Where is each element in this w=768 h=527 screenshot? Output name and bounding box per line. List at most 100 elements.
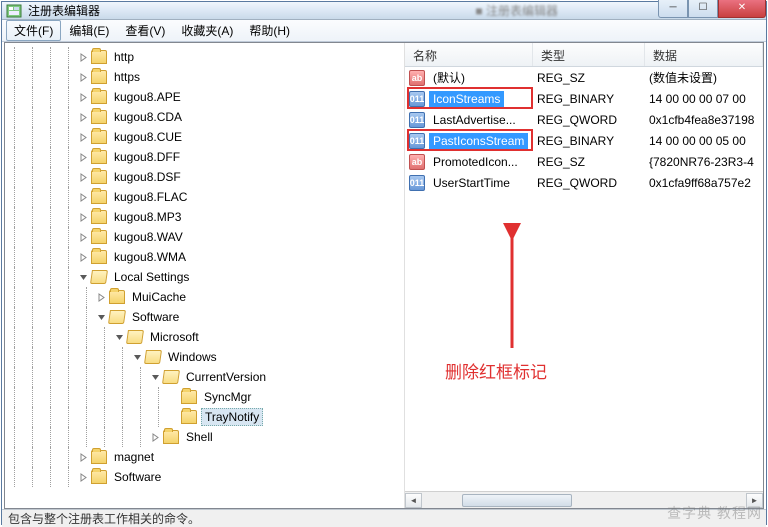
folder-icon — [90, 270, 108, 284]
menu-file[interactable]: 文件(F) — [6, 20, 61, 41]
tree-item[interactable]: CurrentVersion — [5, 367, 404, 387]
list-row[interactable]: 011UserStartTimeREG_QWORD0x1cfa9ff68a757… — [405, 172, 763, 193]
menu-help[interactable]: 帮助(H) — [241, 20, 298, 41]
expand-toggle-icon[interactable] — [95, 291, 107, 303]
value-name[interactable]: IconStreams — [429, 91, 504, 107]
tree-label[interactable]: magnet — [111, 449, 157, 465]
expand-toggle-icon[interactable] — [131, 351, 143, 363]
tree-label[interactable]: http — [111, 49, 137, 65]
tree-label[interactable]: kugou8.DFF — [111, 149, 183, 165]
list-row[interactable]: abPromotedIcon...REG_SZ{7820NR76-23R3-4 — [405, 151, 763, 172]
tree-label[interactable]: kugou8.APE — [111, 89, 184, 105]
close-button[interactable]: ✕ — [718, 0, 766, 18]
tree-label[interactable]: kugou8.FLAC — [111, 189, 190, 205]
tree-item[interactable]: kugou8.DFF — [5, 147, 404, 167]
tree-label[interactable]: MuiCache — [129, 289, 189, 305]
expand-toggle-icon[interactable] — [77, 211, 89, 223]
list-row[interactable]: 011IconStreamsREG_BINARY14 00 00 00 07 0… — [405, 88, 763, 109]
tree-label[interactable]: Shell — [183, 429, 216, 445]
tree-label[interactable]: kugou8.MP3 — [111, 209, 184, 225]
list-pane[interactable]: 名称 类型 数据 ab(默认)REG_SZ(数值未设置)011IconStrea… — [405, 43, 763, 508]
minimize-button[interactable]: ─ — [658, 0, 688, 18]
titlebar[interactable]: 注册表编辑器 ■ 注册表编辑器 ─ ☐ ✕ — [2, 2, 766, 20]
scroll-left-icon[interactable]: ◄ — [405, 493, 422, 508]
tree-item[interactable]: Shell — [5, 427, 404, 447]
list-row[interactable]: ab(默认)REG_SZ(数值未设置) — [405, 67, 763, 88]
tree-label[interactable]: Software — [111, 469, 164, 485]
tree-item[interactable]: Software — [5, 467, 404, 487]
tree-label[interactable]: https — [111, 69, 143, 85]
tree-pane[interactable]: http https kugou8.APE kugou8.CDA kugou8.CUE k… — [5, 43, 405, 508]
tree-label[interactable]: Microsoft — [147, 329, 202, 345]
tree-item[interactable]: Local Settings — [5, 267, 404, 287]
value-name[interactable]: PastIconsStream — [429, 133, 528, 149]
expand-toggle-icon[interactable] — [77, 451, 89, 463]
tree-item[interactable]: Windows — [5, 347, 404, 367]
expand-toggle-icon[interactable] — [113, 331, 125, 343]
value-name[interactable]: UserStartTime — [429, 175, 514, 191]
expand-toggle-icon[interactable] — [77, 251, 89, 263]
tree-label[interactable]: kugou8.CUE — [111, 129, 185, 145]
folder-icon — [91, 130, 107, 144]
expand-toggle-icon[interactable] — [77, 171, 89, 183]
value-type: REG_SZ — [533, 155, 645, 169]
tree-item[interactable]: magnet — [5, 447, 404, 467]
expand-toggle-icon[interactable] — [77, 471, 89, 483]
tree-label[interactable]: Local Settings — [111, 269, 192, 285]
tree-item[interactable]: kugou8.CUE — [5, 127, 404, 147]
tree-item[interactable]: http — [5, 47, 404, 67]
tree-item[interactable]: kugou8.WAV — [5, 227, 404, 247]
tree-label[interactable]: Windows — [165, 349, 220, 365]
tree-label[interactable]: kugou8.CDA — [111, 109, 185, 125]
column-header-data[interactable]: 数据 — [645, 43, 763, 66]
column-header-name[interactable]: 名称 — [405, 43, 533, 66]
expand-toggle-icon[interactable] — [149, 371, 161, 383]
tree-item[interactable]: kugou8.CDA — [5, 107, 404, 127]
expand-toggle-icon[interactable] — [77, 131, 89, 143]
menu-favorites[interactable]: 收藏夹(A) — [173, 20, 241, 41]
tree-label[interactable]: CurrentVersion — [183, 369, 269, 385]
expand-toggle-icon[interactable] — [77, 191, 89, 203]
tree-item[interactable]: TrayNotify — [5, 407, 404, 427]
tree-item[interactable]: Microsoft — [5, 327, 404, 347]
value-name[interactable]: (默认) — [429, 68, 469, 87]
expand-toggle-icon[interactable] — [77, 271, 89, 283]
tree-label[interactable]: kugou8.WAV — [111, 229, 186, 245]
value-name[interactable]: PromotedIcon... — [429, 154, 522, 170]
tree-item[interactable]: kugou8.DSF — [5, 167, 404, 187]
expand-toggle-icon[interactable] — [77, 91, 89, 103]
tree-label[interactable]: SyncMgr — [201, 389, 254, 405]
tree-label[interactable]: kugou8.WMA — [111, 249, 189, 265]
tree-item[interactable]: MuiCache — [5, 287, 404, 307]
tree-item[interactable]: kugou8.WMA — [5, 247, 404, 267]
list-row[interactable]: 011PastIconsStreamREG_BINARY14 00 00 00 … — [405, 130, 763, 151]
scroll-right-icon[interactable]: ► — [746, 493, 763, 508]
expand-toggle-icon[interactable] — [77, 231, 89, 243]
tree-item[interactable]: kugou8.APE — [5, 87, 404, 107]
tree-label[interactable]: kugou8.DSF — [111, 169, 184, 185]
expand-toggle-icon[interactable] — [77, 51, 89, 63]
tree-item[interactable]: SyncMgr — [5, 387, 404, 407]
folder-icon — [109, 290, 125, 304]
expand-toggle-icon[interactable] — [77, 151, 89, 163]
tree-item[interactable]: kugou8.MP3 — [5, 207, 404, 227]
column-header-type[interactable]: 类型 — [533, 43, 645, 66]
tree-label[interactable]: Software — [129, 309, 182, 325]
value-name[interactable]: LastAdvertise... — [429, 112, 520, 128]
folder-icon — [91, 110, 107, 124]
expand-toggle-icon[interactable] — [149, 431, 161, 443]
maximize-button[interactable]: ☐ — [688, 0, 718, 18]
tree-label[interactable]: TrayNotify — [201, 408, 263, 426]
menu-edit[interactable]: 编辑(E) — [61, 20, 117, 41]
tree-item[interactable]: Software — [5, 307, 404, 327]
window-title: 注册表编辑器 — [28, 2, 475, 19]
expand-toggle-icon[interactable] — [77, 71, 89, 83]
tree-item[interactable]: https — [5, 67, 404, 87]
tree-item[interactable]: kugou8.FLAC — [5, 187, 404, 207]
expand-toggle-icon[interactable] — [95, 311, 107, 323]
menu-view[interactable]: 查看(V) — [117, 20, 173, 41]
list-row[interactable]: 011LastAdvertise...REG_QWORD0x1cfb4fea8e… — [405, 109, 763, 130]
expand-toggle-icon[interactable] — [77, 111, 89, 123]
list-hscrollbar[interactable]: ◄ ► — [405, 491, 763, 508]
value-type: REG_QWORD — [533, 113, 645, 127]
